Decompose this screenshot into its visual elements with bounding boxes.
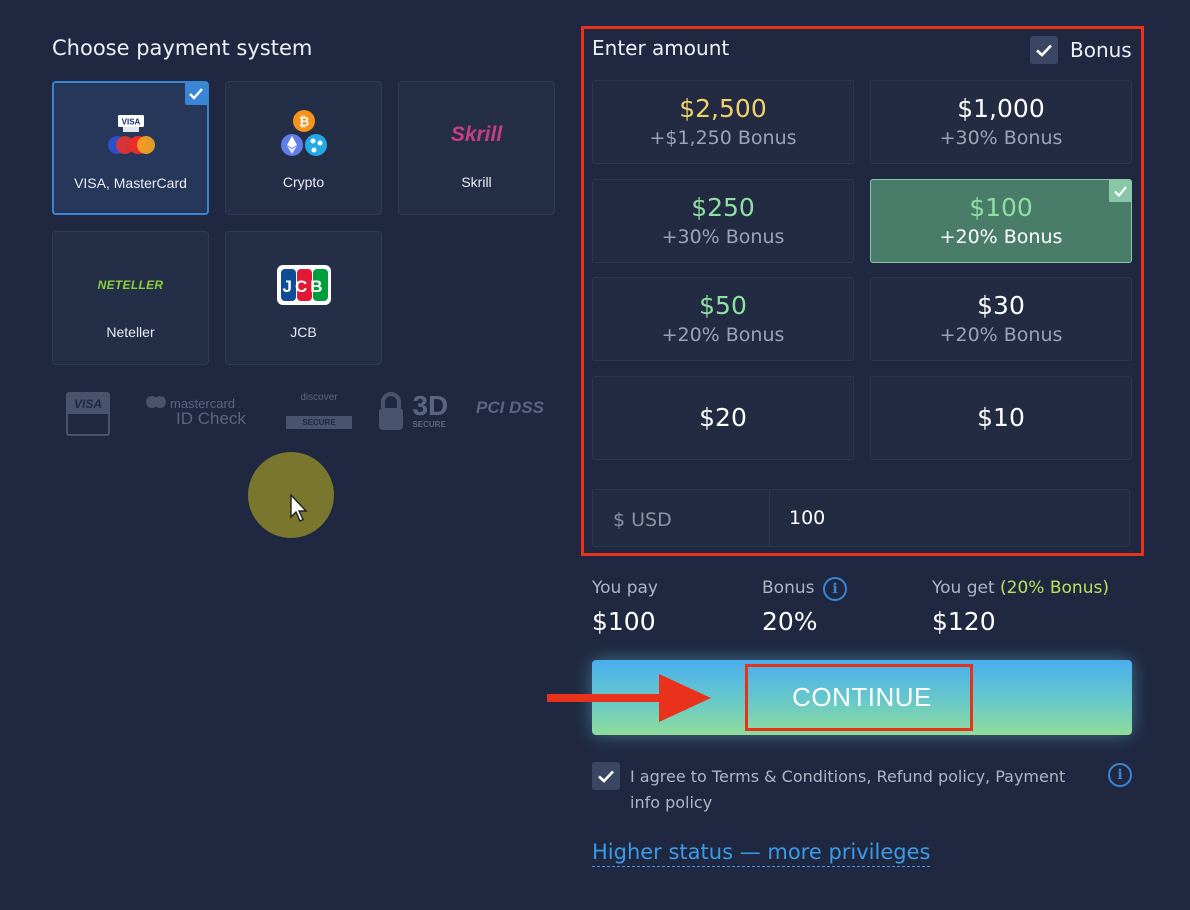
payment-method-label: JCB	[290, 324, 317, 340]
higher-status-link[interactable]: Higher status — more privileges	[592, 840, 931, 867]
amount-option-100[interactable]: $100 +20% Bonus	[870, 179, 1132, 263]
you-pay-label: You pay	[592, 578, 658, 598]
crypto-logo-icon: ₿	[274, 104, 334, 166]
terms-info-icon[interactable]: i	[1108, 763, 1132, 787]
selected-check-icon	[185, 83, 207, 105]
custom-amount-field: $ USD	[592, 489, 1130, 547]
security-badges: VISA mastercard ID Check discover SECURE…	[62, 390, 552, 440]
payment-method-jcb[interactable]: JCB JCB	[225, 231, 382, 365]
you-pay-value: $100	[592, 607, 656, 636]
amount-option-2500[interactable]: $2,500 +$1,250 Bonus	[592, 80, 854, 164]
3d-secure-badge: 3D SECURE	[378, 392, 448, 432]
you-get-value: $120	[932, 607, 996, 636]
amount-option-250[interactable]: $250 +30% Bonus	[592, 179, 854, 263]
svg-text:VISA: VISA	[121, 118, 140, 127]
payment-method-neteller[interactable]: NETELLER Neteller	[52, 231, 209, 365]
visa-secure-badge: VISA	[66, 392, 110, 436]
amount-option-50[interactable]: $50 +20% Bonus	[592, 277, 854, 361]
you-get-label: You get (20% Bonus)	[932, 578, 1109, 598]
amount-value: $1,000	[957, 94, 1045, 123]
discover-protect-badge: discover SECURE	[286, 392, 352, 429]
enter-amount-title: Enter amount	[592, 36, 730, 60]
amount-value: $250	[691, 193, 755, 222]
svg-text:₿: ₿	[298, 115, 309, 130]
payment-system-title: Choose payment system	[52, 36, 313, 60]
payment-method-label: VISA, MasterCard	[74, 175, 187, 191]
amount-input[interactable]	[789, 502, 1109, 534]
selected-check-icon	[1109, 180, 1131, 202]
payment-method-label: Crypto	[282, 174, 325, 190]
red-arrow-icon	[547, 674, 711, 722]
you-get-bonus: (20% Bonus)	[1000, 578, 1109, 598]
amount-value: $10	[977, 403, 1025, 432]
mastercard-id-check-badge: mastercard ID Check	[146, 396, 246, 429]
amount-value: $30	[977, 291, 1025, 320]
amount-option-1000[interactable]: $1,000 +30% Bonus	[870, 80, 1132, 164]
skrill-logo-icon: Skrill	[450, 123, 503, 146]
payment-method-skrill[interactable]: Skrill Skrill	[398, 81, 555, 215]
payment-method-visa-mastercard[interactable]: VISA VISA, MasterCard	[52, 81, 209, 215]
amount-bonus: +30% Bonus	[939, 127, 1063, 149]
amount-option-10[interactable]: $10	[870, 376, 1132, 460]
payment-method-label: Skrill	[461, 174, 492, 190]
continue-highlight-frame	[745, 664, 973, 731]
amount-option-30[interactable]: $30 +20% Bonus	[870, 277, 1132, 361]
amount-value: $100	[969, 193, 1033, 222]
payment-method-crypto[interactable]: ₿ Crypto	[225, 81, 382, 215]
bonus-checkbox-label: Bonus	[1070, 38, 1132, 62]
amount-value: $20	[699, 403, 747, 432]
neteller-logo-icon: NETELLER	[97, 278, 164, 292]
check-icon	[598, 770, 614, 783]
svg-text:JCB: JCB	[282, 277, 325, 296]
amount-option-20[interactable]: $20	[592, 376, 854, 460]
bonus-summary-value: 20%	[762, 607, 818, 636]
amount-bonus: +20% Bonus	[661, 324, 785, 346]
bonus-info-icon[interactable]: i	[823, 577, 847, 601]
amount-value: $2,500	[679, 94, 767, 123]
field-divider	[769, 490, 770, 546]
amount-value: $50	[699, 291, 747, 320]
jcb-logo-icon: JCB	[276, 254, 332, 316]
amount-bonus: +$1,250 Bonus	[649, 127, 797, 149]
bonus-checkbox[interactable]	[1030, 36, 1058, 64]
payment-method-label: Neteller	[106, 324, 155, 340]
check-icon	[1036, 44, 1052, 57]
currency-label: $ USD	[613, 509, 672, 531]
bonus-summary-label: Bonus	[762, 578, 815, 598]
agree-terms-text: I agree to Terms & Conditions, Refund po…	[630, 767, 1066, 812]
amount-bonus: +30% Bonus	[661, 226, 785, 248]
visa-mastercard-logo-icon: VISA	[101, 105, 161, 167]
amount-bonus: +20% Bonus	[939, 324, 1063, 346]
agree-checkbox[interactable]	[592, 762, 620, 790]
amount-bonus: +20% Bonus	[939, 226, 1063, 248]
pci-dss-badge: PCI DSS	[476, 398, 545, 417]
mouse-pointer-icon	[290, 494, 308, 522]
